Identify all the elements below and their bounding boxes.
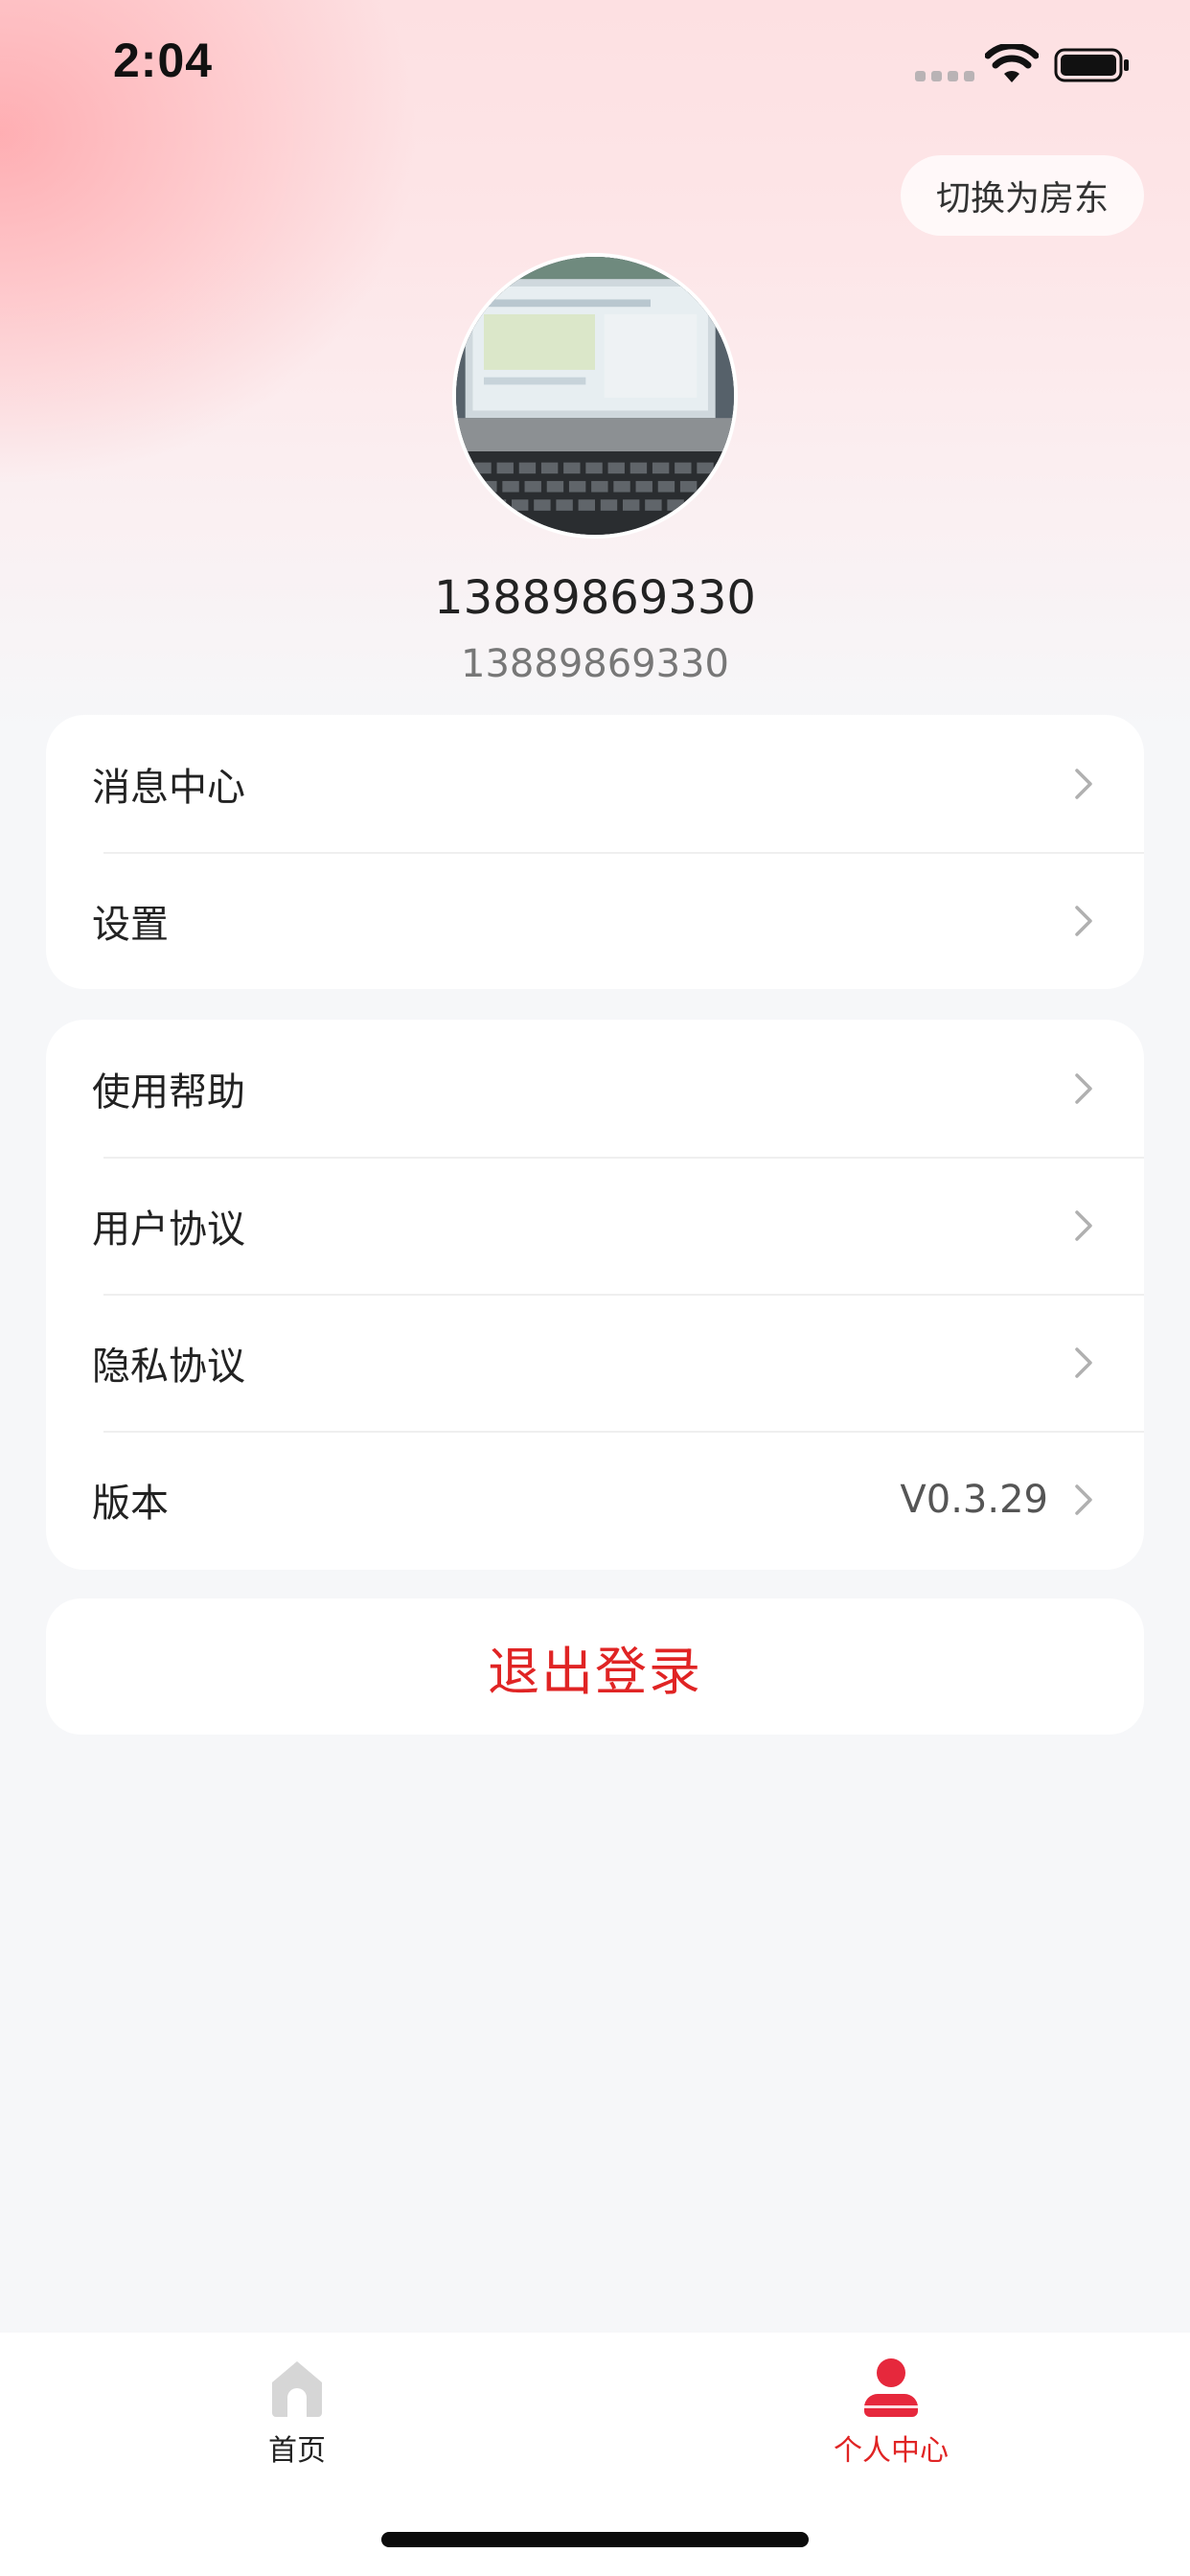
- menu-item-user-agreement[interactable]: 用户协议: [46, 1157, 1144, 1294]
- chevron-right-icon: [1075, 1484, 1092, 1515]
- chevron-right-icon: [1075, 1346, 1092, 1378]
- avatar[interactable]: [452, 253, 738, 539]
- tab-label: 个人中心: [834, 2434, 949, 2468]
- chevron-right-icon: [1075, 768, 1092, 799]
- switch-to-landlord-button[interactable]: 切换为房东: [901, 155, 1144, 236]
- wifi-icon: [985, 44, 1039, 82]
- menu-item-version[interactable]: 版本 V0.3.29: [46, 1431, 1144, 1568]
- menu-item-settings[interactable]: 设置: [46, 852, 1144, 989]
- chevron-right-icon: [1075, 1072, 1092, 1104]
- menu-item-label: 隐私协议: [92, 1344, 245, 1389]
- home-indicator: [381, 2532, 809, 2547]
- chevron-right-icon: [1075, 905, 1092, 936]
- logout-button[interactable]: 退出登录: [46, 1598, 1144, 1735]
- status-time: 2:04: [113, 34, 214, 87]
- menu-card-secondary: 使用帮助 用户协议 隐私协议 版本 V0.3.29: [46, 1020, 1144, 1570]
- user-phone: 13889869330: [461, 642, 729, 686]
- chevron-right-icon: [1075, 1209, 1092, 1241]
- menu-item-label: 消息中心: [92, 765, 245, 810]
- tab-home[interactable]: 首页: [153, 2356, 441, 2480]
- menu-item-help[interactable]: 使用帮助: [46, 1020, 1144, 1157]
- cellular-signal-icon: [915, 71, 974, 81]
- user-name: 13889869330: [434, 571, 756, 625]
- menu-item-label: 用户协议: [92, 1207, 245, 1252]
- menu-item-label: 使用帮助: [92, 1070, 245, 1115]
- tab-label: 首页: [268, 2434, 326, 2468]
- menu-item-label: 设置: [92, 902, 169, 947]
- menu-card-primary: 消息中心 设置: [46, 715, 1144, 989]
- tab-profile[interactable]: 个人中心: [747, 2356, 1035, 2480]
- menu-item-privacy-policy[interactable]: 隐私协议: [46, 1294, 1144, 1431]
- user-icon: [864, 2358, 918, 2417]
- home-icon: [272, 2361, 322, 2417]
- menu-item-label: 版本: [92, 1481, 169, 1526]
- version-value: V0.3.29: [900, 1477, 1048, 1522]
- battery-icon: [1054, 48, 1129, 82]
- profile-screen: 2:04 切换为房东 13889869330 13889869330 消息中心 …: [0, 0, 1190, 2576]
- menu-item-message-center[interactable]: 消息中心: [46, 715, 1144, 852]
- avatar-photo: [456, 257, 734, 535]
- status-bar: 2:04: [0, 0, 1190, 134]
